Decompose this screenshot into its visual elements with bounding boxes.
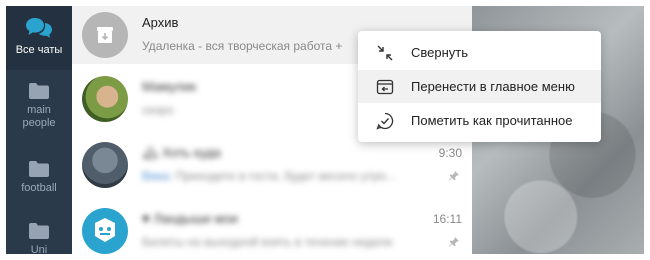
chat-preview: скоро [142, 103, 174, 117]
check-circle-icon [376, 112, 394, 130]
archive-context-menu: Свернуть Перенести в главное меню Помети… [358, 31, 601, 142]
chat-preview: Приходите в гости, будет весело утро... [175, 169, 396, 183]
menu-item-label: Перенести в главное меню [411, 79, 575, 94]
folder-rail: Все чаты main people football Uni [6, 6, 72, 254]
menu-item-move-to-main[interactable]: Перенести в главное меню [358, 70, 601, 103]
chat-title: Архив [142, 15, 179, 30]
menu-item-label: Свернуть [411, 45, 469, 60]
avatar [82, 142, 128, 188]
chat-title: ♥ Ландыши мои [142, 211, 238, 226]
menu-item-collapse[interactable]: Свернуть [358, 36, 601, 69]
folder-uni[interactable]: Uni [6, 214, 72, 254]
chat-time: 16:11 [432, 212, 462, 226]
chat-time: 9:30 [438, 146, 462, 160]
folder-icon [29, 83, 49, 99]
collapse-arrows-icon [377, 45, 393, 61]
folder-label: Uni [30, 244, 48, 254]
chats-icon [26, 18, 52, 38]
folder-label: main people [22, 104, 56, 129]
avatar [82, 76, 128, 122]
folder-label: football [21, 182, 57, 194]
chat-row[interactable]: ♥ Ландыши мои Билеты на выходной взять в… [72, 202, 472, 254]
chat-preview: Билеты на выходной взять в течение недел… [142, 235, 393, 249]
pin-icon [449, 171, 459, 181]
pin-icon [449, 237, 459, 247]
archive-avatar [82, 12, 128, 58]
avatar [82, 208, 128, 254]
chat-preview: Удаленка - вся творческая работа + [142, 39, 343, 53]
chat-title: Мамулик [142, 79, 197, 94]
menu-item-label: Пометить как прочитанное [411, 113, 573, 128]
folder-icon [29, 161, 49, 177]
folder-main-people[interactable]: main people [6, 74, 72, 134]
folder-football[interactable]: football [6, 152, 72, 202]
message-sender: Вика: [142, 169, 173, 183]
folder-all-chats[interactable]: Все чаты [6, 6, 72, 70]
folder-icon [29, 223, 49, 239]
chat-title: 🏔 Хоть куда [142, 145, 221, 160]
chat-row[interactable]: 🏔 Хоть куда Вика: Приходите в гости, буд… [72, 136, 472, 198]
archive-box-icon [97, 27, 113, 43]
chat-preview-line: Вика: Приходите в гости, будет весело ут… [142, 169, 396, 183]
folder-label: Все чаты [15, 44, 63, 56]
menu-item-mark-read[interactable]: Пометить как прочитанное [358, 104, 601, 137]
robot-face-icon [95, 218, 115, 242]
move-to-main-icon [376, 79, 394, 95]
